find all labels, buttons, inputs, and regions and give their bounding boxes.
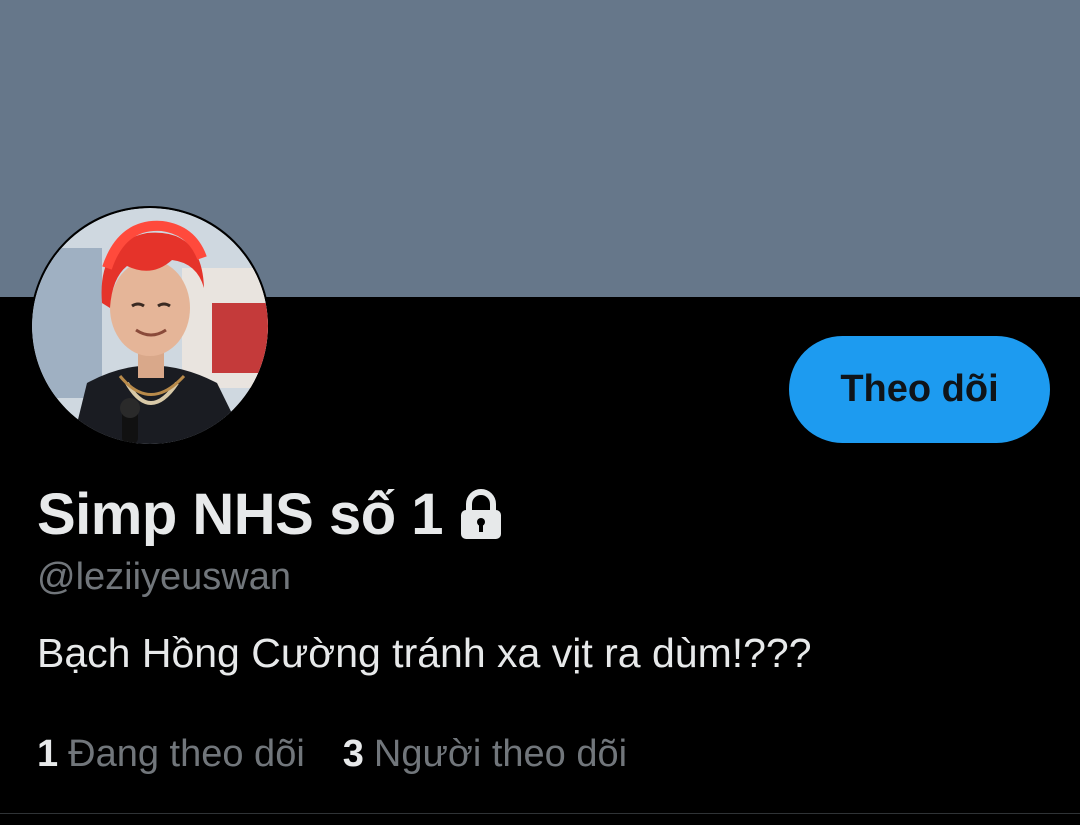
avatar-image <box>32 208 268 444</box>
user-bio: Bạch Hồng Cường tránh xa vịt ra dùm!??? <box>37 630 812 676</box>
follow-button[interactable]: Theo dõi <box>789 336 1050 443</box>
follow-stats: 1 Đang theo dõi 3 Người theo dõi <box>37 733 627 776</box>
avatar[interactable] <box>30 206 270 446</box>
followers-label: Người theo dõi <box>373 733 628 775</box>
divider <box>0 813 1080 814</box>
display-name: Simp NHS số 1 <box>37 481 444 547</box>
display-name-row: Simp NHS số 1 <box>37 478 505 550</box>
following-label: Đang theo dõi <box>68 733 305 775</box>
user-handle: @leziiyeuswan <box>37 556 292 598</box>
followers-count: 3 <box>342 733 364 775</box>
following-stat[interactable]: 1 Đang theo dõi <box>37 733 305 776</box>
followers-stat[interactable]: 3 Người theo dõi <box>343 733 627 776</box>
following-count: 1 <box>37 733 59 775</box>
lock-icon <box>457 489 505 539</box>
